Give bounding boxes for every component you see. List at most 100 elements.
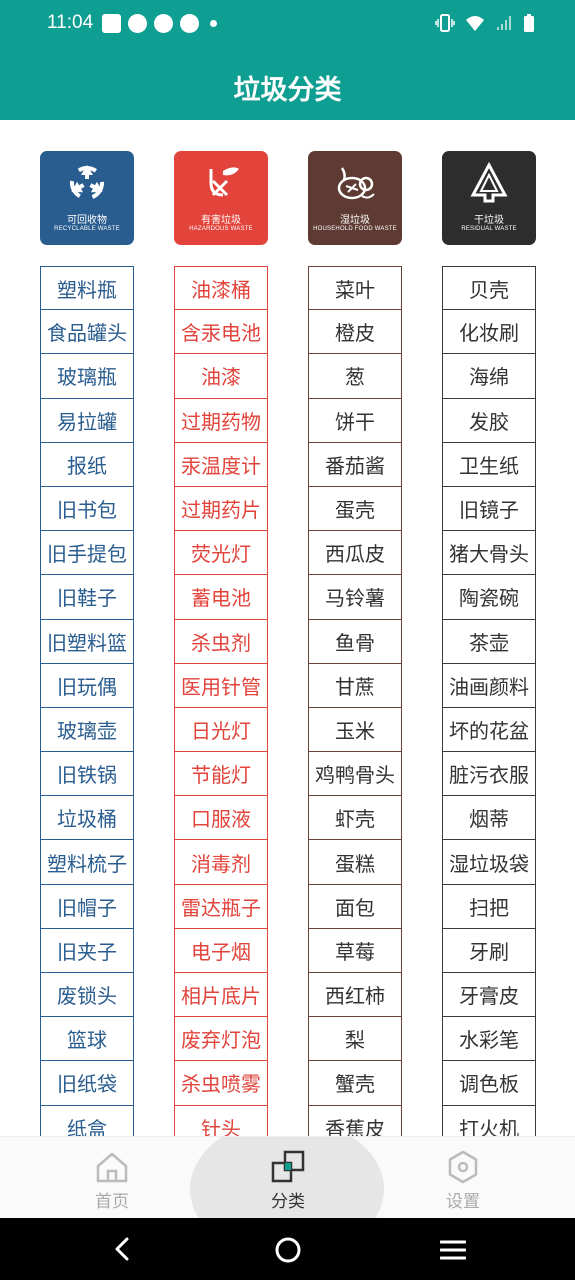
nav-settings-label: 设置 bbox=[446, 1192, 480, 1212]
food-waste-badge[interactable]: 湿垃圾 HOUSEHOLD FOOD WASTE bbox=[308, 151, 402, 245]
nav-settings[interactable]: 设置 bbox=[367, 1137, 559, 1218]
menu-icon[interactable] bbox=[440, 1239, 466, 1261]
residual-waste-badge[interactable]: 干垃圾 RESIDUAL WASTE bbox=[442, 151, 536, 245]
settings-icon bbox=[448, 1150, 478, 1184]
list-item[interactable]: 茶壶 bbox=[442, 619, 536, 664]
home-icon bbox=[96, 1152, 128, 1183]
list-item[interactable]: 报纸 bbox=[40, 442, 134, 487]
list-item[interactable]: 蟹壳 bbox=[308, 1061, 402, 1106]
list-item[interactable]: 湿垃圾袋 bbox=[442, 840, 536, 885]
list-item[interactable]: 旧鞋子 bbox=[40, 575, 134, 620]
list-item[interactable]: 荧光灯 bbox=[174, 531, 268, 576]
list-item[interactable]: 篮球 bbox=[40, 1017, 134, 1062]
list-item[interactable]: 纸盒 bbox=[40, 1105, 134, 1136]
list-item[interactable]: 过期药片 bbox=[174, 486, 268, 532]
list-item[interactable]: 旧铁锅 bbox=[40, 752, 134, 797]
list-item[interactable]: 油漆 bbox=[174, 354, 268, 399]
list-item[interactable]: 草莓 bbox=[308, 928, 402, 973]
hazardous-item-list: 油漆桶 含汞电池 油漆 过期药物 汞温度计 过期药片 荧光灯 蓄电池 杀虫剂 医… bbox=[174, 266, 268, 1136]
list-item[interactable]: 旧玩偶 bbox=[40, 663, 134, 708]
list-item[interactable]: 塑料瓶 bbox=[40, 266, 134, 311]
list-item[interactable]: 油画颜料 bbox=[442, 663, 536, 708]
list-item[interactable]: 医用针管 bbox=[174, 663, 268, 708]
list-item[interactable]: 废锁头 bbox=[40, 973, 134, 1018]
list-item[interactable]: 面包 bbox=[308, 884, 402, 929]
list-item[interactable]: 烟蒂 bbox=[442, 796, 536, 841]
list-item[interactable]: 油漆桶 bbox=[174, 266, 268, 311]
list-item[interactable]: 西瓜皮 bbox=[308, 531, 402, 576]
list-item[interactable]: 猪大骨头 bbox=[442, 531, 536, 576]
list-item[interactable]: 水彩笔 bbox=[442, 1017, 536, 1062]
list-item[interactable]: 日光灯 bbox=[174, 707, 268, 753]
list-item[interactable]: 旧夹子 bbox=[40, 928, 134, 973]
list-item[interactable]: 发胶 bbox=[442, 398, 536, 443]
back-icon[interactable] bbox=[111, 1237, 133, 1261]
list-item[interactable]: 海绵 bbox=[442, 354, 536, 399]
list-item[interactable]: 虾壳 bbox=[308, 796, 402, 841]
list-item[interactable]: 蓄电池 bbox=[174, 575, 268, 620]
list-item[interactable]: 含汞电池 bbox=[174, 310, 268, 355]
list-item[interactable]: 易拉罐 bbox=[40, 398, 134, 443]
list-item[interactable]: 饼干 bbox=[308, 398, 402, 443]
list-item[interactable]: 牙刷 bbox=[442, 928, 536, 973]
hazardous-badge[interactable]: 有害垃圾 HAZARDOUS WASTE bbox=[174, 151, 268, 245]
list-item[interactable]: 葱 bbox=[308, 354, 402, 399]
list-item[interactable]: 杀虫喷雾 bbox=[174, 1061, 268, 1106]
list-item[interactable]: 橙皮 bbox=[308, 310, 402, 355]
list-item[interactable]: 扫把 bbox=[442, 884, 536, 929]
list-item[interactable]: 蛋壳 bbox=[308, 486, 402, 532]
list-item[interactable]: 相片底片 bbox=[174, 973, 268, 1018]
list-item[interactable]: 过期药物 bbox=[174, 398, 268, 443]
list-item[interactable]: 鱼骨 bbox=[308, 619, 402, 664]
list-item[interactable]: 旧手提包 bbox=[40, 531, 134, 576]
nav-home[interactable]: 首页 bbox=[16, 1137, 208, 1218]
more-notifications-icon bbox=[210, 20, 217, 27]
list-item[interactable]: 陶瓷碗 bbox=[442, 575, 536, 620]
list-item[interactable]: 蛋糕 bbox=[308, 840, 402, 885]
list-item[interactable]: 化妆刷 bbox=[442, 310, 536, 355]
list-item[interactable]: 马铃薯 bbox=[308, 575, 402, 620]
list-item[interactable]: 贝壳 bbox=[442, 266, 536, 311]
home-circle-icon[interactable] bbox=[275, 1237, 301, 1263]
list-item[interactable]: 鸡鸭骨头 bbox=[308, 752, 402, 797]
list-item[interactable]: 消毒剂 bbox=[174, 840, 268, 885]
list-item[interactable]: 食品罐头 bbox=[40, 310, 134, 355]
list-item[interactable]: 汞温度计 bbox=[174, 442, 268, 487]
list-item[interactable]: 旧帽子 bbox=[40, 884, 134, 929]
category-table[interactable]: 可回收物 RECYCLABLE WASTE 塑料瓶 食品罐头 玻璃瓶 易拉罐 报… bbox=[0, 120, 575, 1136]
list-item[interactable]: 卫生纸 bbox=[442, 442, 536, 487]
list-item[interactable]: 旧塑料篮 bbox=[40, 619, 134, 664]
list-item[interactable]: 口服液 bbox=[174, 796, 268, 841]
list-item[interactable]: 旧纸袋 bbox=[40, 1061, 134, 1106]
list-item[interactable]: 针头 bbox=[174, 1105, 268, 1136]
list-item[interactable]: 废弃灯泡 bbox=[174, 1017, 268, 1062]
list-item[interactable]: 番茄酱 bbox=[308, 442, 402, 487]
hazardous-label-en: HAZARDOUS WASTE bbox=[189, 226, 253, 232]
list-item[interactable]: 调色板 bbox=[442, 1061, 536, 1106]
food-waste-label-en: HOUSEHOLD FOOD WASTE bbox=[313, 226, 397, 232]
list-item[interactable]: 雷达瓶子 bbox=[174, 884, 268, 929]
list-item[interactable]: 牙膏皮 bbox=[442, 973, 536, 1018]
nav-category[interactable]: 分类 bbox=[192, 1137, 384, 1218]
list-item[interactable]: 旧书包 bbox=[40, 486, 134, 532]
list-item[interactable]: 塑料梳子 bbox=[40, 840, 134, 885]
list-item[interactable]: 甘蔗 bbox=[308, 663, 402, 708]
recyclable-label-en: RECYCLABLE WASTE bbox=[54, 226, 120, 232]
list-item[interactable]: 梨 bbox=[308, 1017, 402, 1062]
list-item[interactable]: 玻璃壶 bbox=[40, 707, 134, 753]
status-time: 11:04 bbox=[47, 12, 94, 33]
list-item[interactable]: 打火机 bbox=[442, 1105, 536, 1136]
list-item[interactable]: 西红柿 bbox=[308, 973, 402, 1018]
list-item[interactable]: 杀虫剂 bbox=[174, 619, 268, 664]
list-item[interactable]: 香蕉皮 bbox=[308, 1105, 402, 1136]
list-item[interactable]: 玻璃瓶 bbox=[40, 354, 134, 399]
list-item[interactable]: 玉米 bbox=[308, 707, 402, 753]
list-item[interactable]: 菜叶 bbox=[308, 266, 402, 311]
list-item[interactable]: 脏污衣服 bbox=[442, 752, 536, 797]
list-item[interactable]: 坏的花盆 bbox=[442, 707, 536, 753]
recyclable-badge[interactable]: 可回收物 RECYCLABLE WASTE bbox=[40, 151, 134, 245]
list-item[interactable]: 电子烟 bbox=[174, 928, 268, 973]
list-item[interactable]: 旧镜子 bbox=[442, 486, 536, 532]
list-item[interactable]: 垃圾桶 bbox=[40, 796, 134, 841]
list-item[interactable]: 节能灯 bbox=[174, 752, 268, 797]
